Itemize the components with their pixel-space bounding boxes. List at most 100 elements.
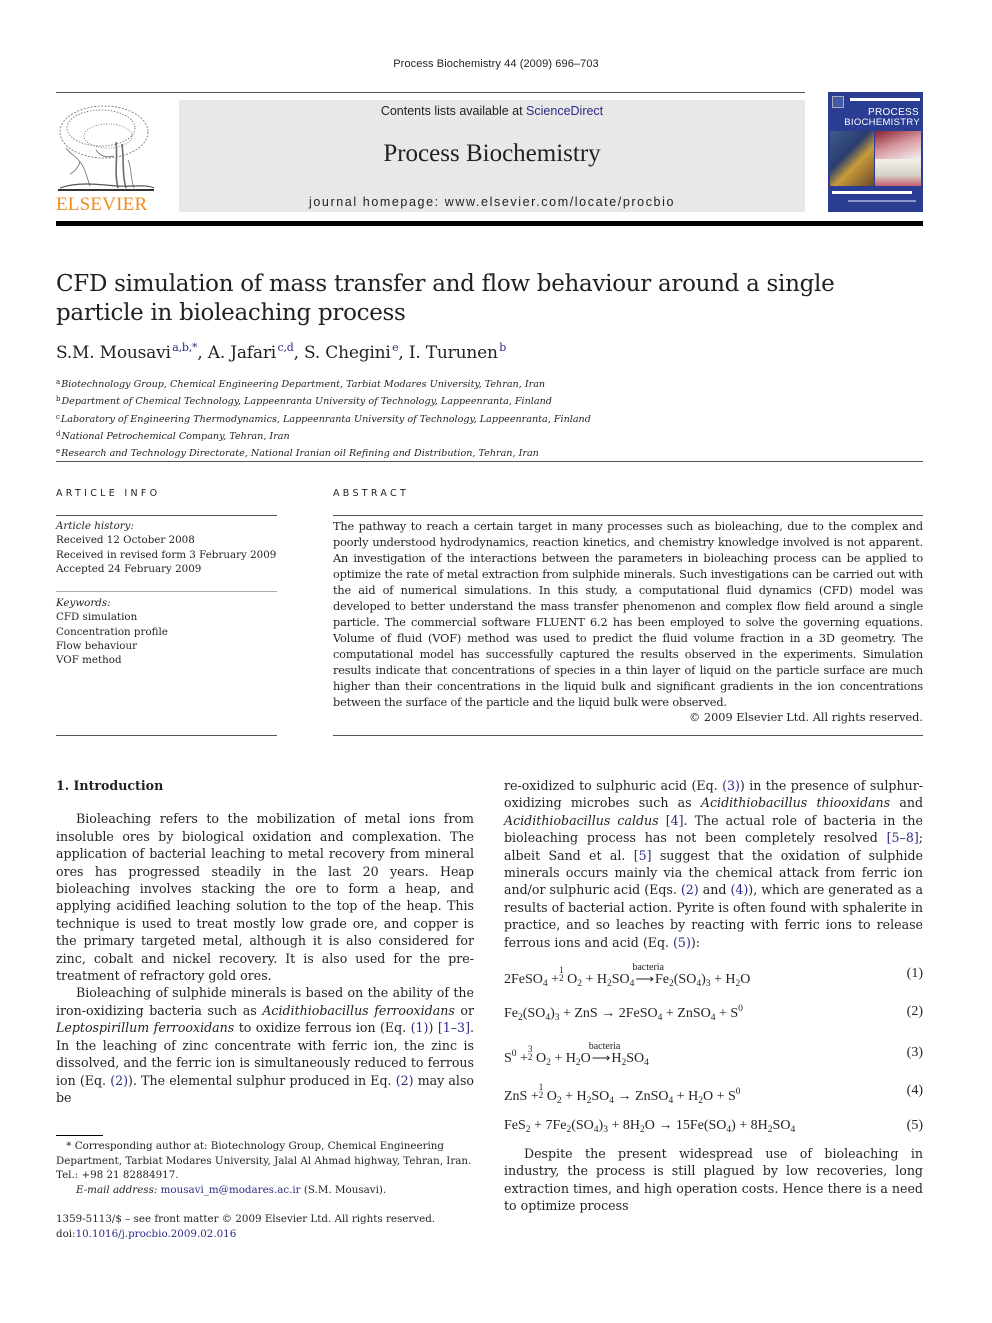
article-history: Article history: Received 12 October 200… [56,519,276,576]
header-thick-rule [56,221,923,226]
equation-ref-link[interactable]: (3) [722,778,740,793]
abstract-heading: ABSTRACT [333,488,410,499]
author-affil-marker[interactable]: e [392,341,399,354]
author-name[interactable]: S. Chegini [304,343,391,363]
footnote-rule [56,1135,103,1136]
equation-5: FeS2 + 7Fe2(SO4)3 + 8H2O → 15Fe(SO4) + 8… [504,1118,923,1135]
affiliation-text: Research and Technology Directorate, Nat… [61,448,539,460]
cover-photo-plate [875,159,921,186]
equation-number: (1) [906,966,923,981]
arrow-label: bacteria [588,1041,621,1052]
cover-fineprint [848,200,916,202]
affiliation-key: e [56,447,61,456]
author-affil-marker[interactable]: c,d [278,341,294,354]
sciencedirect-link[interactable]: ScienceDirect [526,104,603,118]
issn-line: 1359-5113/$ – see front matter © 2009 El… [56,1213,436,1225]
email-link[interactable]: mousavi_m@modares.ac.ir [161,1184,301,1196]
equation-ref-link[interactable]: (5) [673,935,691,950]
header-rule [56,92,805,93]
affiliation-text: Department of Chemical Technology, Lappe… [61,396,552,408]
citation-link[interactable]: [5] [634,848,652,863]
journal-name: Process Biochemistry [383,140,601,167]
article-title: CFD simulation of mass transfer and flow… [56,271,835,326]
citation-link[interactable]: [5–8] [887,830,919,845]
footnote-email: E-mail address: mousavi_m@modares.ac.ir … [56,1183,474,1198]
equation-body: FeS2 + 7Fe2(SO4)3 + 8H2O → 15Fe(SO4) + 8… [504,1118,796,1135]
cover-title-line2: BIOCHEMISTRY [844,117,920,128]
affiliation-item: bDepartment of Chemical Technology, Lapp… [56,392,591,409]
journal-cover-image[interactable]: PROCESS BIOCHEMISTRY [828,92,923,212]
doi-link[interactable]: 10.1016/j.procbio.2009.02.016 [76,1228,237,1240]
elsevier-wordmark: ELSEVIER [56,194,148,215]
citation-link[interactable]: [1–3] [438,1020,470,1035]
footnote-text: Corresponding author at: Biotechnology G… [56,1140,472,1167]
doi-line: doi:10.1016/j.procbio.2009.02.016 [56,1227,435,1242]
paragraph: Despite the present widespread use of bi… [504,1146,923,1214]
affiliation-item: cLaboratory of Engineering Thermodynamic… [56,410,591,427]
affiliation-key: b [56,395,61,404]
affiliation-text: Laboratory of Engineering Thermodynamics… [60,413,591,425]
equation-1: 2FeSO4 +1 2 O2 + H2SO4 bacteria ⟶Fe2(SO4)3 … [504,962,923,989]
author-name[interactable]: I. Turunen [409,343,498,363]
paragraph: re-oxidized to sulphuric acid (Eq. (3)) … [504,778,924,950]
equation-body: Fe2(SO4)3 + ZnS → 2FeSO4 + ZnSO4 + S0 [504,1004,743,1023]
paragraph: Bioleaching of sulphide minerals is base… [56,985,475,1105]
contents-prefix: Contents lists available at [380,104,527,118]
equation-number: (4) [906,1083,923,1098]
equation-ref-link[interactable]: (2) [396,1073,414,1088]
article-info-rule [56,591,277,592]
author-name[interactable]: S.M. Mousavi [56,343,171,363]
citation-link[interactable]: [4] [666,813,684,828]
author-name[interactable]: A. Jafari [208,343,276,363]
author-list: S.M. Mousavi a,b,*, A. Jafari c,d, S. Ch… [56,341,507,363]
keyword-item: VOF method [56,654,122,667]
abstract-copyright: © 2009 Elsevier Ltd. All rights reserved… [689,711,923,724]
cover-emblem-icon [832,96,844,108]
abstract-rule [333,735,923,736]
history-item: Accepted 24 February 2009 [56,562,202,575]
doi-prefix: doi: [56,1227,76,1240]
journal-homepage-link[interactable]: journal homepage: www.elsevier.com/locat… [179,195,805,209]
journal-masthead: Contents lists available at ScienceDirec… [179,100,805,212]
elsevier-logo[interactable]: ELSEVIER [56,100,160,215]
affiliation-item: aBiotechnology Group, Chemical Engineeri… [56,375,591,392]
article-info-rule [56,735,277,736]
paragraph: Bioleaching refers to the mobilization o… [56,811,474,984]
body-column-left: 1. Introduction Bioleaching refers to th… [56,777,474,1106]
keywords: Keywords: CFD simulation Concentration p… [56,596,168,667]
cover-photo-industrial [830,131,874,186]
affiliation-key: a [56,378,61,386]
keywords-label: Keywords: [56,597,111,609]
affiliation-item: dNational Petrochemical Company, Tehran,… [56,427,591,444]
equation-ref-link[interactable]: (4) [730,882,748,897]
corresponding-author-footnote: * Corresponding author at: Biotechnology… [56,1139,474,1197]
email-owner: (S.M. Mousavi). [300,1183,387,1196]
journal-reference: Process Biochemistry 44 (2009) 696–703 [393,58,599,70]
author-affil-marker[interactable]: b [499,341,506,354]
contents-line: Contents lists available at ScienceDirec… [179,104,805,118]
elsevier-tree-icon [58,105,155,191]
footnote-corresponding: * Corresponding author at: Biotechnology… [56,1139,474,1168]
equation-body: S0 +3 2 O2 + H2O bacteria ⟶H2SO4 [504,1041,649,1068]
keyword-item: Concentration profile [56,625,168,638]
keyword-item: Flow behaviour [56,639,138,652]
cover-photo-lab [875,131,921,159]
cover-stripe [850,98,920,101]
equation-ref-link[interactable]: (2) [110,1073,128,1088]
body-column-right-continued: Despite the present widespread use of bi… [504,1145,923,1215]
equation-number: (5) [906,1118,923,1133]
affiliation-text: National Petrochemical Company, Tehran, … [61,430,290,442]
equation-4: ZnS +1 2 O2 + H2SO4 → ZnSO4 + H2O + S0 (4… [504,1083,923,1107]
body-column-right: re-oxidized to sulphuric acid (Eq. (3)) … [504,777,923,951]
equation-number: (3) [906,1045,923,1060]
equation-ref-link[interactable]: (1) [411,1020,429,1035]
equation-ref-link[interactable]: (2) [681,882,699,897]
author-affil-marker[interactable]: a,b,* [172,341,197,354]
history-label: Article history: [56,520,134,532]
equation-number: (2) [906,1004,923,1019]
cover-stripe-bottom [832,191,912,194]
history-item: Received 12 October 2008 [56,534,195,547]
affiliation-item: eResearch and Technology Directorate, Na… [56,444,591,461]
keyword-item: CFD simulation [56,611,138,624]
abstract-text: The pathway to reach a certain target in… [333,520,923,709]
